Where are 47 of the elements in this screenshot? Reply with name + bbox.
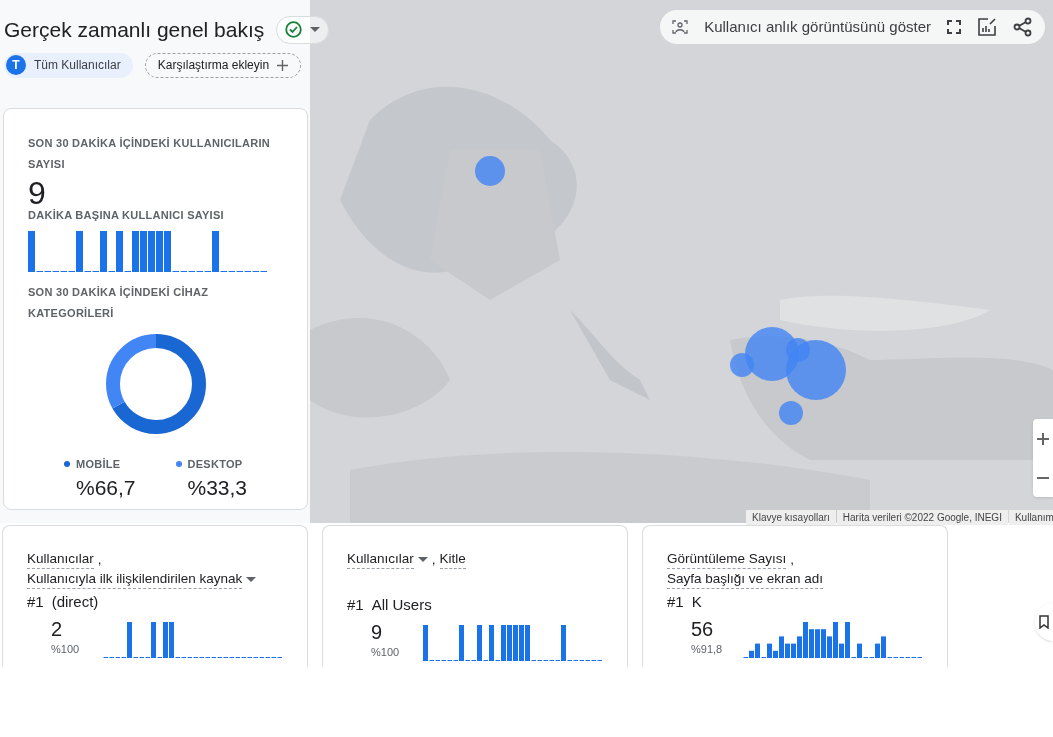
metric-selector[interactable]: Kullanıcılar — [27, 550, 94, 569]
dimension-selector[interactable]: Kitle — [439, 550, 466, 569]
user-count: 9 — [28, 178, 46, 207]
top-item: All Users — [371, 594, 432, 615]
card-heading: SON 30 DAKİKA İÇİNDEKİ CİHAZ KATEGORİLERİ — [28, 284, 210, 321]
caret-icon — [310, 27, 321, 33]
segment-label: Tüm Kullanıcılar — [34, 57, 121, 74]
separator: , — [790, 550, 795, 569]
snapshot-icon[interactable] — [672, 20, 689, 34]
rank-label: #1 — [667, 591, 684, 612]
metric-value: 56 — [691, 617, 715, 641]
card-heading: DAKİKA BAŞINA KULLANICI SAYISI — [28, 207, 225, 223]
legend-value: %33,3 — [187, 475, 248, 501]
legend-label: DESKTOP — [187, 456, 243, 472]
rank-label: #1 — [27, 591, 44, 612]
share-value: %100 — [371, 645, 400, 660]
metric-value: 9 — [371, 620, 384, 644]
caret-icon[interactable] — [246, 576, 257, 582]
rank-label: #1 — [347, 594, 364, 615]
card-heading: SON 30 DAKİKA İÇİNDEKİ KULLANICILARIN SAYISI — [28, 135, 271, 172]
top-item: (direct) — [51, 591, 99, 612]
dimension-selector[interactable]: Sayfa başlığı ve ekran adı — [667, 569, 824, 589]
feedback-icon[interactable] — [1039, 615, 1049, 629]
chart-edit-icon[interactable] — [977, 17, 997, 37]
caret-icon[interactable] — [417, 557, 428, 562]
map-attribution: Harita verileri ©2022 Google, INEGI — [836, 510, 1008, 525]
separator: , — [431, 550, 436, 569]
zoom-in-icon[interactable] — [1037, 432, 1049, 445]
top-item: K — [691, 591, 702, 612]
status-dropdown[interactable] — [276, 15, 330, 44]
segment-chip[interactable]: T Tüm Kullanıcılar — [4, 52, 133, 78]
separator: , — [97, 550, 102, 569]
share-value: %100 — [51, 642, 80, 657]
share-value: %91,8 — [691, 642, 723, 657]
segment-avatar: T — [6, 55, 26, 75]
legend-value: %66,7 — [75, 475, 136, 501]
metric-selector[interactable]: Görüntüleme Sayısı — [667, 550, 787, 569]
plus-icon — [277, 59, 289, 71]
legend-label: MOBİLE — [75, 456, 121, 472]
fullscreen-icon[interactable] — [947, 20, 961, 34]
page-title: Gerçek zamanlı genel bakış — [4, 17, 265, 43]
share-icon[interactable] — [1013, 17, 1033, 37]
dimension-selector[interactable]: Kullanıcıyla ilk ilişkilendirilen kaynak — [27, 569, 257, 589]
metric-selector[interactable]: Kullanıcılar — [347, 550, 428, 569]
metric-value: 2 — [51, 617, 64, 641]
map-attribution[interactable]: Klavye kısayolları — [746, 510, 836, 525]
map-attribution[interactable]: Kullanım — [1008, 510, 1053, 525]
